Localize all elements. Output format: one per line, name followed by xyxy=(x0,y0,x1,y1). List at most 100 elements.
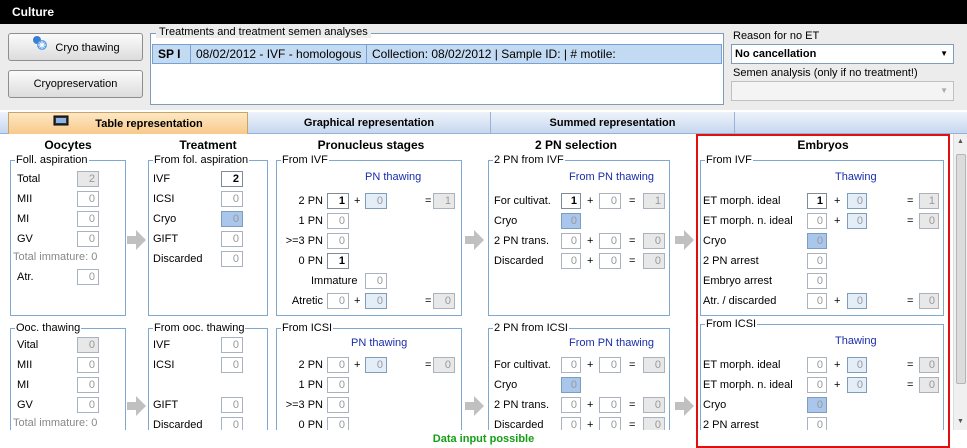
pn0-input[interactable]: 0 xyxy=(327,417,349,430)
row-label: Discarded xyxy=(494,419,544,430)
selection-ivf-group: 2 PN from IVF From PN thawing For cultiv… xyxy=(488,154,670,316)
mi-input[interactable]: 0 xyxy=(77,211,99,227)
cultivat-total: 1 xyxy=(643,193,665,209)
cryo-input[interactable]: 0 xyxy=(561,377,581,393)
cultivat-thaw-input[interactable]: 0 xyxy=(599,357,621,373)
group-legend: 2 PN from ICSI xyxy=(493,322,569,334)
atretic-thaw-input[interactable]: 0 xyxy=(365,293,387,309)
cryo-input[interactable]: 0 xyxy=(561,213,581,229)
cryo-input[interactable]: 0 xyxy=(221,211,243,227)
immature-total: Total immature: 0 xyxy=(13,251,98,263)
cryo-thawing-label: Cryo thawing xyxy=(55,41,120,54)
immature-total: Total immature: 0 xyxy=(13,417,98,429)
scroll-thumb[interactable] xyxy=(956,154,966,384)
reason-select[interactable]: No cancellation ▼ xyxy=(731,44,954,64)
total-value: 2 xyxy=(77,171,99,187)
tab-table[interactable]: Table representation xyxy=(8,112,248,134)
ivf-input[interactable]: 2 xyxy=(221,171,243,187)
equals-sign: = xyxy=(629,399,636,411)
cryopreservation-button[interactable]: Cryopreservation xyxy=(8,70,143,98)
mii-input[interactable]: 0 xyxy=(77,357,99,373)
pn3-input[interactable]: 0 xyxy=(327,233,349,249)
cryo-thawing-button[interactable]: Cryo thawing xyxy=(8,33,143,61)
treatments-legend: Treatments and treatment semen analyses xyxy=(156,26,371,38)
row-label: Cryo xyxy=(153,213,177,225)
treatment-row[interactable]: SP I 08/02/2012 - IVF - homologous Colle… xyxy=(152,44,722,64)
ivf-input[interactable]: 0 xyxy=(221,337,243,353)
oocytes-thawing-group: Ooc. thawing Vital 0 MII 0 MI 0 GV 0 Tot… xyxy=(10,322,126,430)
scroll-up-icon[interactable]: ▲ xyxy=(957,138,964,145)
row-label: Cryo xyxy=(494,379,518,391)
discarded-input[interactable]: 0 xyxy=(221,251,243,267)
group-legend: From fol. aspiration xyxy=(153,154,250,166)
chevron-down-icon: ▼ xyxy=(940,49,948,58)
discarded-total: 0 xyxy=(643,417,665,430)
group-legend: From ooc. thawing xyxy=(153,322,246,334)
row-label: Discarded xyxy=(494,255,544,267)
mii-input[interactable]: 0 xyxy=(77,191,99,207)
pn2-thaw-input[interactable]: 0 xyxy=(365,357,387,373)
trans-input[interactable]: 0 xyxy=(561,233,581,249)
plus-sign: + xyxy=(354,359,361,371)
discarded-thaw-input[interactable]: 0 xyxy=(599,253,621,269)
trans-input[interactable]: 0 xyxy=(561,397,581,413)
discarded-thaw-input[interactable]: 0 xyxy=(599,417,621,430)
gv-input[interactable]: 0 xyxy=(77,397,99,413)
vertical-scrollbar[interactable]: ▲ ▼ xyxy=(953,134,967,430)
pn0-input[interactable]: 1 xyxy=(327,253,349,269)
pn2-input[interactable]: 0 xyxy=(327,357,349,373)
discarded-input[interactable]: 0 xyxy=(221,417,243,430)
cultivat-input[interactable]: 0 xyxy=(561,357,581,373)
row-label: ICSI xyxy=(153,359,175,371)
trans-total: 0 xyxy=(643,397,665,413)
atr-input[interactable]: 0 xyxy=(77,269,99,285)
icsi-input[interactable]: 0 xyxy=(221,191,243,207)
plus-sign: + xyxy=(354,195,361,207)
mi-input[interactable]: 0 xyxy=(77,377,99,393)
row-label: 1 PN xyxy=(298,379,323,391)
row-label: 2 PN trans. xyxy=(494,399,550,411)
gift-input[interactable]: 0 xyxy=(221,231,243,247)
treatment-aspiration-group: From fol. aspiration IVF 2 ICSI 0 Cryo 0… xyxy=(148,154,268,316)
pn2-thaw-input[interactable]: 0 xyxy=(365,193,387,209)
oocytes-header: Oocytes xyxy=(44,138,92,152)
icsi-input[interactable]: 0 xyxy=(221,357,243,373)
tab-summed[interactable]: Summed representation xyxy=(491,112,735,134)
cryopreservation-label: Cryopreservation xyxy=(33,78,118,90)
tab-bar: Table representation Graphical represent… xyxy=(0,112,967,134)
cultivat-thaw-input[interactable]: 0 xyxy=(599,193,621,209)
gift-input[interactable]: 0 xyxy=(221,397,243,413)
semen-select[interactable]: ▼ xyxy=(731,81,954,101)
pn1-input[interactable]: 0 xyxy=(327,377,349,393)
pn-thawing-label: From PN thawing xyxy=(569,171,654,183)
discarded-input[interactable]: 0 xyxy=(561,253,581,269)
discarded-input[interactable]: 0 xyxy=(561,417,581,430)
gv-input[interactable]: 0 xyxy=(77,231,99,247)
trans-thaw-input[interactable]: 0 xyxy=(599,233,621,249)
plus-sign: + xyxy=(587,359,594,371)
pn-thawing-label: From PN thawing xyxy=(569,337,654,349)
pn1-input[interactable]: 0 xyxy=(327,213,349,229)
treatment-header: Treatment xyxy=(179,138,237,152)
pn3-input[interactable]: 0 xyxy=(327,397,349,413)
cultivat-input[interactable]: 1 xyxy=(561,193,581,209)
chevron-down-icon: ▼ xyxy=(940,86,948,95)
row-label: ICSI xyxy=(153,193,175,205)
pn-thawing-label: PN thawing xyxy=(351,337,408,349)
selection-header: 2 PN selection xyxy=(534,138,618,152)
scroll-down-icon[interactable]: ▼ xyxy=(957,418,964,425)
pn2-input[interactable]: 1 xyxy=(327,193,349,209)
highlight-box xyxy=(696,134,950,448)
pn2-total: 0 xyxy=(433,357,455,373)
atretic-input[interactable]: 0 xyxy=(327,293,349,309)
tab-graphical[interactable]: Graphical representation xyxy=(248,112,491,134)
treatment-date: 08/02/2012 - IVF - homologous xyxy=(191,45,367,63)
pronucleus-icsi-group: From ICSI PN thawing 2 PN 0 + 0 = 0 1 PN… xyxy=(276,322,462,430)
trans-thaw-input[interactable]: 0 xyxy=(599,397,621,413)
pronucleus-header: Pronucleus stages xyxy=(317,138,425,152)
row-label: 0 PN xyxy=(298,255,323,267)
immature-input[interactable]: 0 xyxy=(365,273,387,289)
row-label: 0 PN xyxy=(298,419,323,430)
row-label: MI xyxy=(17,213,30,225)
plus-sign: + xyxy=(587,235,594,247)
